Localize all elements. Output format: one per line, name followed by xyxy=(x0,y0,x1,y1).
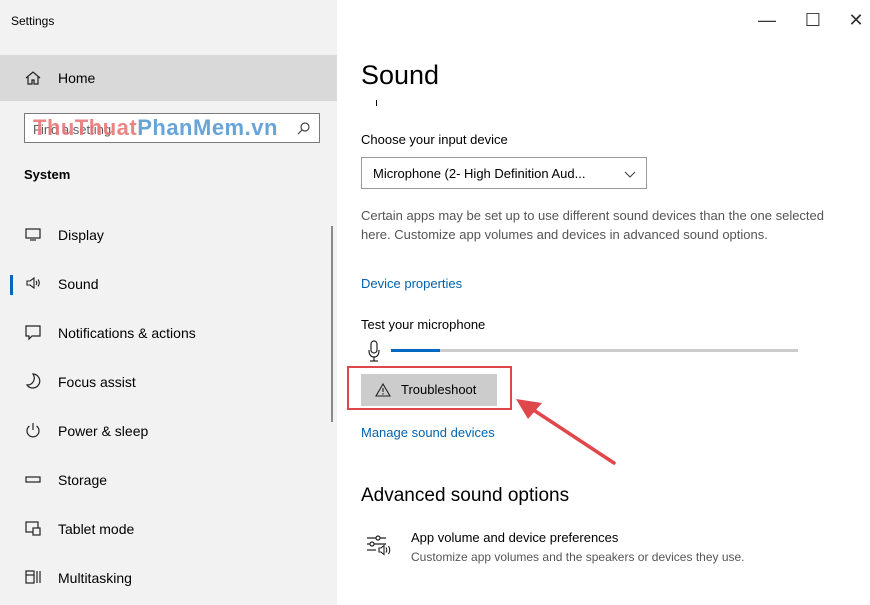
search-input[interactable] xyxy=(33,120,283,138)
section-title: System xyxy=(24,167,71,182)
nav-item-sound[interactable]: Sound xyxy=(0,261,337,307)
nav-item-tablet-mode[interactable]: Tablet mode xyxy=(0,506,337,552)
test-mic-label: Test your microphone xyxy=(361,317,486,332)
nav-item-label: Power & sleep xyxy=(58,423,149,439)
close-button[interactable]: ✕ xyxy=(841,10,870,31)
power-icon xyxy=(26,423,40,438)
nav-home[interactable]: Home xyxy=(0,55,337,101)
storage-icon xyxy=(25,476,41,483)
nav-item-label: Sound xyxy=(58,276,99,292)
mic-level-fill xyxy=(391,349,440,352)
sidebar: Settings Home ThuThuatPhanMem.vn System … xyxy=(0,0,337,605)
search-icon[interactable] xyxy=(297,121,311,135)
mixer-speaker-icon xyxy=(367,535,391,556)
nav-item-focus-assist[interactable]: Focus assist xyxy=(0,359,337,405)
active-indicator xyxy=(10,275,13,295)
notifications-icon xyxy=(25,325,41,341)
highlight-box xyxy=(347,366,512,410)
tablet-mode-icon xyxy=(25,521,41,536)
mic-level-meter xyxy=(391,349,798,352)
app-volume-preferences-subtitle: Customize app volumes and the speakers o… xyxy=(411,550,745,564)
multitasking-icon xyxy=(25,570,41,584)
nav-item-label: Storage xyxy=(58,472,108,488)
display-icon xyxy=(25,228,41,241)
input-device-value: Microphone (2- High Definition Aud... xyxy=(373,166,586,181)
app-volume-preferences-link[interactable]: App volume and device preferences xyxy=(411,530,618,545)
manage-sound-devices-link[interactable]: Manage sound devices xyxy=(361,425,495,440)
speaker-icon xyxy=(26,276,40,290)
input-device-description: Certain apps may be set up to use differ… xyxy=(361,208,825,242)
minimize-button[interactable]: — xyxy=(752,10,782,31)
nav-item-label: Multitasking xyxy=(58,570,132,586)
page-title: Sound xyxy=(361,60,440,90)
moon-icon xyxy=(25,373,41,389)
chevron-down-icon xyxy=(624,171,636,178)
nav-item-power-sleep[interactable]: Power & sleep xyxy=(0,408,337,454)
nav-item-storage[interactable]: Storage xyxy=(0,457,337,503)
microphone-icon xyxy=(368,340,380,362)
app-title: Settings xyxy=(11,14,55,28)
input-device-dropdown[interactable]: Microphone (2- High Definition Aud... xyxy=(361,157,647,189)
nav-item-label: Display xyxy=(58,227,104,243)
nav-item-label: Tablet mode xyxy=(58,521,135,537)
maximize-button[interactable]: ☐ xyxy=(798,10,828,31)
search-box[interactable] xyxy=(24,113,320,143)
annotation-arrow-icon xyxy=(516,399,616,465)
clipped-content-mark xyxy=(376,100,377,106)
input-device-label: Choose your input device xyxy=(361,132,508,147)
device-properties-link[interactable]: Device properties xyxy=(361,276,462,291)
home-icon xyxy=(25,71,41,85)
sidebar-scrollbar[interactable] xyxy=(331,226,333,422)
nav-item-display[interactable]: Display xyxy=(0,212,337,258)
nav-item-label: Notifications & actions xyxy=(58,325,196,341)
nav-item-notifications[interactable]: Notifications & actions xyxy=(0,310,337,356)
nav-item-label: Focus assist xyxy=(58,374,136,390)
advanced-section-title: Advanced sound options xyxy=(361,485,570,506)
nav-item-multitasking[interactable]: Multitasking xyxy=(0,555,337,601)
nav-home-label: Home xyxy=(58,70,96,86)
